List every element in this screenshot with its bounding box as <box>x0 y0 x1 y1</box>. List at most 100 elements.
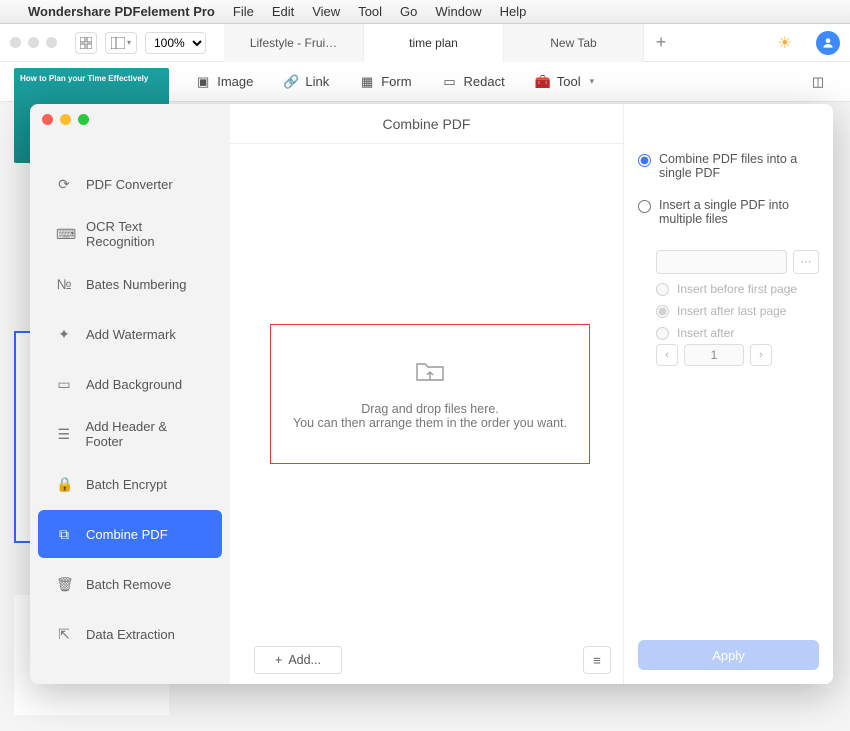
tab-new[interactable]: New Tab <box>504 24 644 62</box>
modal-right-panel: Combine PDF files into a single PDF Inse… <box>623 104 833 684</box>
tab-lifestyle[interactable]: Lifestyle - Frui… <box>224 24 364 62</box>
sub-insert-after-last: Insert after last page <box>656 304 819 318</box>
radio-insert[interactable] <box>638 200 651 213</box>
apply-button[interactable]: Apply <box>638 640 819 670</box>
image-icon: ▣ <box>195 74 211 90</box>
tool-form[interactable]: ▦ Form <box>359 74 411 90</box>
radio-combine[interactable] <box>638 154 651 167</box>
converter-icon: ⟳ <box>56 176 72 193</box>
menu-help[interactable]: Help <box>500 4 527 19</box>
theme-icon[interactable]: ☀ <box>778 33 792 53</box>
sidebar-item-combine-pdf[interactable]: ⧉ Combine PDF <box>38 510 222 558</box>
encrypt-icon: 🔒 <box>56 476 72 493</box>
tool-link[interactable]: 🔗Link <box>283 74 329 90</box>
browse-file-button: ··· <box>793 250 819 274</box>
sidebar-item-label: OCR Text Recognition <box>86 219 204 249</box>
plus-icon: + <box>275 653 282 667</box>
close-icon[interactable] <box>10 37 21 48</box>
bates-icon: № <box>56 276 72 292</box>
minimize-icon[interactable] <box>28 37 39 48</box>
tool-redact[interactable]: ▭Redact <box>442 74 505 90</box>
sidebar-item-batch-remove[interactable]: 🗑 Batch Remove <box>38 560 222 608</box>
menu-go[interactable]: Go <box>400 4 417 19</box>
user-avatar[interactable] <box>816 31 840 55</box>
combine-icon: ⧉ <box>56 526 72 543</box>
zoom-select[interactable]: 100% <box>145 32 206 54</box>
radio-insert-after <box>656 327 669 340</box>
sidebar-item-bates[interactable]: №Bates Numbering <box>38 260 222 308</box>
app-name[interactable]: Wondershare PDFelement Pro <box>28 4 215 19</box>
tool-panel[interactable]: ◫ <box>810 74 826 90</box>
sidebar-item-label: Data Extraction <box>86 627 175 642</box>
add-files-button[interactable]: + Add... <box>254 646 342 674</box>
insert-before-label: Insert before first page <box>677 282 797 296</box>
page-number-input <box>684 344 744 366</box>
insert-after-label: Insert after <box>677 326 734 340</box>
chevron-down-icon: ▾ <box>590 76 595 87</box>
drop-line-1: Drag and drop files here. <box>361 402 499 416</box>
list-icon: ≡ <box>593 653 601 668</box>
menu-view[interactable]: View <box>312 4 340 19</box>
panel-icon: ◫ <box>810 74 826 90</box>
sidebar-toggle-button[interactable]: ▾ <box>105 32 137 54</box>
sidebar-item-header-footer[interactable]: ☰Add Header & Footer <box>38 410 222 458</box>
option-combine-label: Combine PDF files into a single PDF <box>659 152 819 180</box>
sidebar-item-label: Batch Remove <box>86 577 171 592</box>
sidebar-item-label: Batch Encrypt <box>86 477 167 492</box>
tool-tool-label: Tool <box>557 74 581 89</box>
menu-tool[interactable]: Tool <box>358 4 382 19</box>
modal-close-icon[interactable] <box>42 114 53 125</box>
toolbox-icon: 🧰 <box>535 74 551 90</box>
modal-window-controls[interactable] <box>42 114 89 125</box>
option-insert-label: Insert a single PDF into multiple files <box>659 198 819 226</box>
tool-image[interactable]: ▣ Image <box>195 74 253 90</box>
app-chrome: ▾ 100% Lifestyle - Frui… time plan New T… <box>0 24 850 62</box>
page-prev-button: ‹ <box>656 344 678 366</box>
sidebar-item-batch-encrypt[interactable]: 🔒 Batch Encrypt <box>38 460 222 508</box>
modal-maximize-icon[interactable] <box>78 114 89 125</box>
tab-bar: Lifestyle - Frui… time plan New Tab + <box>224 24 760 62</box>
page-stepper: ‹ › <box>656 344 819 366</box>
modal-sidebar: ⟳PDF Converter ⌨OCR Text Recognition №Ba… <box>30 104 230 684</box>
modal-title: Combine PDF <box>230 104 623 144</box>
extract-icon: ⇱ <box>56 626 72 643</box>
insert-after-last-label: Insert after last page <box>677 304 786 318</box>
sidebar-item-label: Add Watermark <box>86 327 176 342</box>
watermark-icon: ✦ <box>56 326 72 343</box>
sub-insert-before: Insert before first page <box>656 282 819 296</box>
add-tab-button[interactable]: + <box>644 24 678 62</box>
add-button-label: Add... <box>288 653 321 667</box>
tool-image-label: Image <box>217 74 253 89</box>
sidebar-item-label: Add Header & Footer <box>85 419 204 449</box>
maximize-icon[interactable] <box>46 37 57 48</box>
tool-form-label: Form <box>381 74 411 89</box>
sidebar-item-watermark[interactable]: ✦ Add Watermark <box>38 310 222 358</box>
option-combine[interactable]: Combine PDF files into a single PDF <box>638 152 819 180</box>
sidebar-item-label: Combine PDF <box>86 527 168 542</box>
sidebar-item-label: Add Background <box>86 377 182 392</box>
option-insert[interactable]: Insert a single PDF into multiple files <box>638 198 819 226</box>
radio-insert-before <box>656 283 669 296</box>
tab-time-plan[interactable]: time plan <box>364 24 504 62</box>
menu-file[interactable]: File <box>233 4 254 19</box>
grid-view-button[interactable] <box>75 32 97 54</box>
combine-pdf-modal: ⟳PDF Converter ⌨OCR Text Recognition №Ba… <box>30 104 833 684</box>
sidebar-item-pdf-converter[interactable]: ⟳PDF Converter <box>38 160 222 208</box>
sidebar-item-background[interactable]: ▭Add Background <box>38 360 222 408</box>
sidebar-icon <box>111 37 125 49</box>
menu-window[interactable]: Window <box>435 4 481 19</box>
modal-minimize-icon[interactable] <box>60 114 71 125</box>
insert-options-disabled: ··· Insert before first page Insert afte… <box>638 244 819 366</box>
window-controls[interactable] <box>10 37 57 48</box>
sidebar-item-ocr[interactable]: ⌨OCR Text Recognition <box>38 210 222 258</box>
sidebar-item-data-extraction[interactable]: ⇱ Data Extraction <box>38 610 222 658</box>
drop-area[interactable]: Drag and drop files here. You can then a… <box>270 324 590 464</box>
modal-center: Combine PDF Drag and drop files here. Yo… <box>230 104 623 684</box>
drop-line-2: You can then arrange them in the order y… <box>293 416 567 430</box>
form-icon: ▦ <box>359 74 375 90</box>
menu-edit[interactable]: Edit <box>272 4 294 19</box>
tool-tool[interactable]: 🧰 Tool ▾ <box>535 74 594 90</box>
remove-icon: 🗑 <box>56 576 72 593</box>
list-view-button[interactable]: ≡ <box>583 646 611 674</box>
page-next-button: › <box>750 344 772 366</box>
